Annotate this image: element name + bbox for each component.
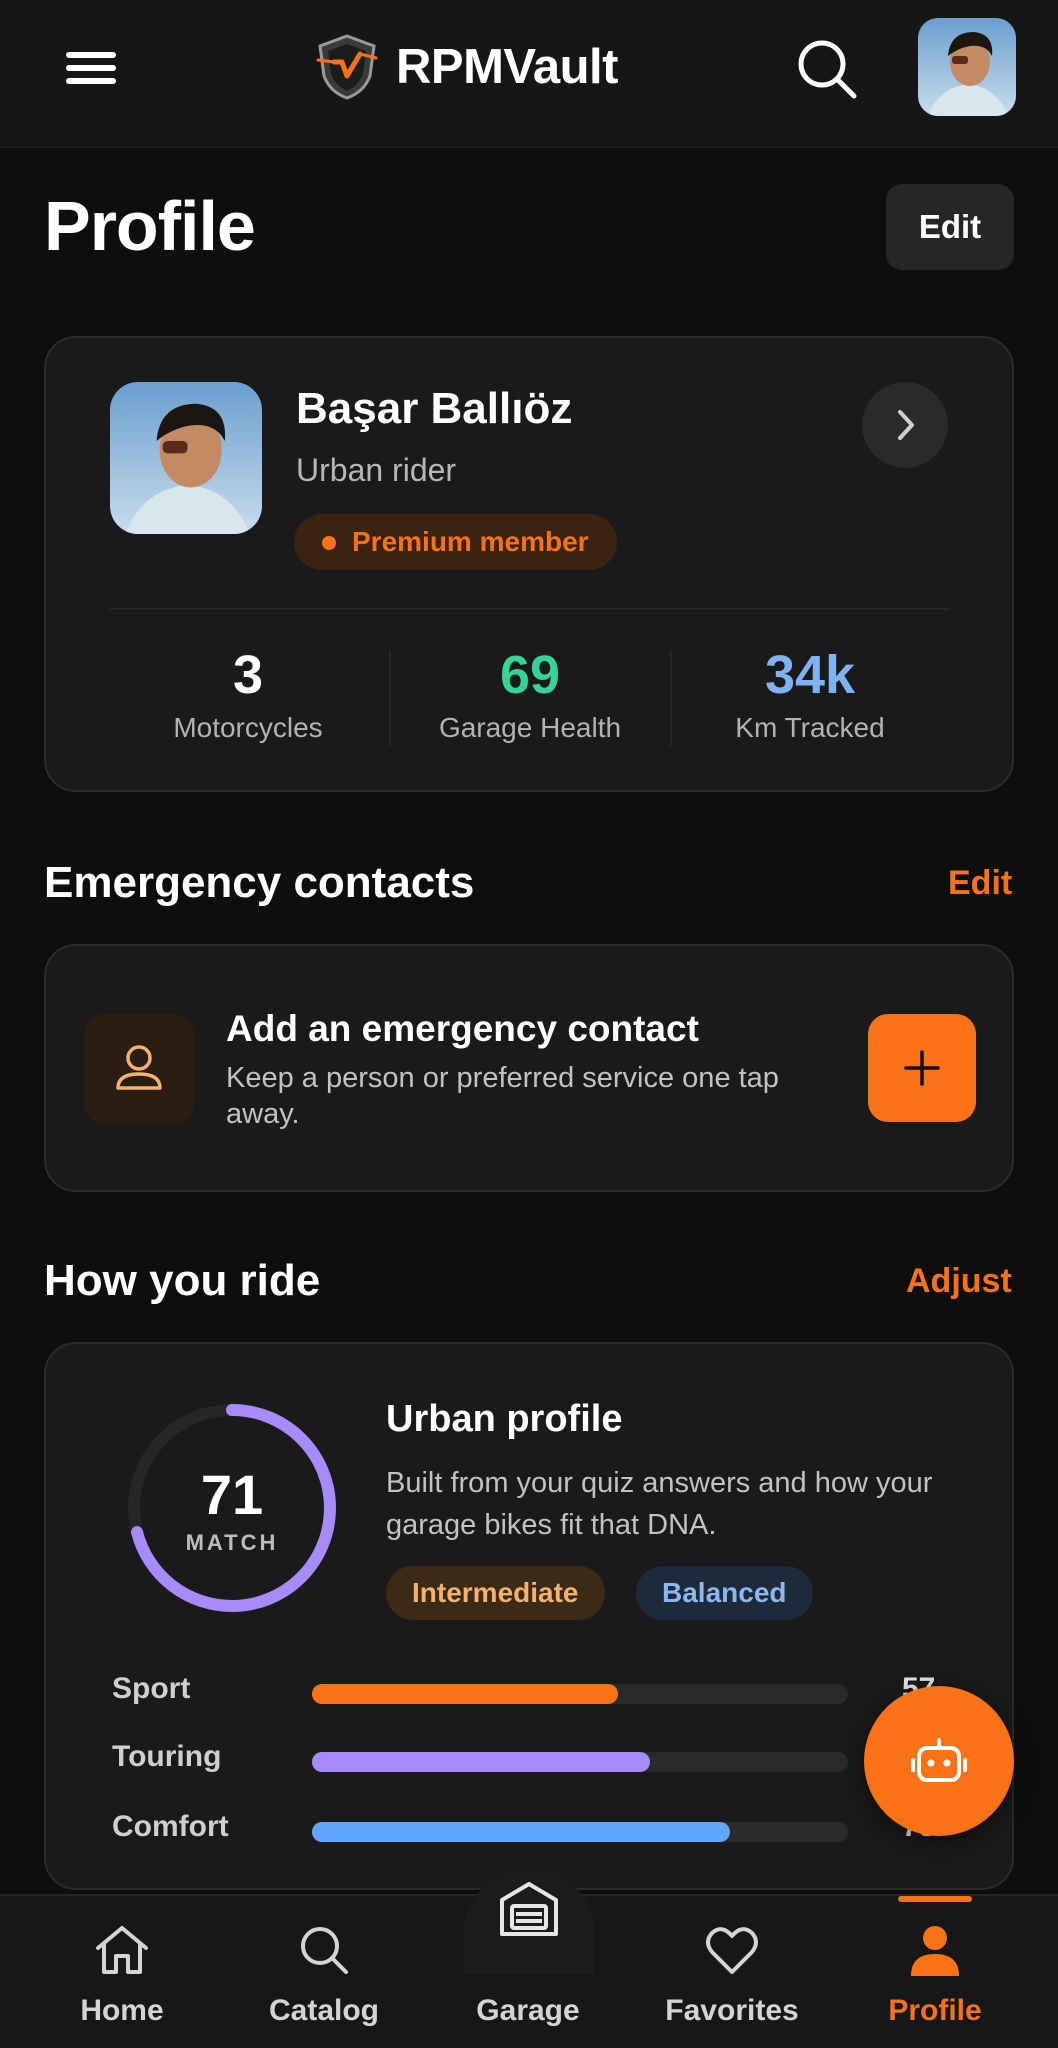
chevron-right-icon bbox=[898, 410, 914, 440]
stat-motorcycles: 3 Motorcycles bbox=[118, 644, 378, 744]
bar-label: Touring bbox=[112, 1740, 222, 1773]
nav-home[interactable]: Home bbox=[32, 1896, 212, 2048]
profile-details-button[interactable] bbox=[862, 382, 948, 468]
search-icon bbox=[301, 1927, 348, 1974]
nav-favorites[interactable]: Favorites bbox=[642, 1896, 822, 2048]
search-icon[interactable] bbox=[792, 34, 862, 104]
tag-balanced: Balanced bbox=[636, 1566, 813, 1620]
profile-role: Urban rider bbox=[296, 452, 457, 488]
profile-avatar bbox=[110, 382, 262, 534]
add-emergency-contact-button[interactable] bbox=[868, 1014, 976, 1122]
heart-icon bbox=[706, 1927, 758, 1974]
profile-name: Başar Ballıöz bbox=[296, 384, 573, 433]
hamburger-menu-icon[interactable] bbox=[62, 48, 120, 88]
touring-bar-row: Touring 63 bbox=[112, 1740, 992, 1780]
sport-bar-row: Sport 57 bbox=[112, 1672, 992, 1712]
stat-label: Garage Health bbox=[438, 712, 622, 743]
stat-label: Motorcycles bbox=[173, 712, 323, 743]
nav-label: Favorites bbox=[665, 1994, 799, 2027]
plus-icon bbox=[904, 1050, 940, 1086]
match-label: MATCH bbox=[185, 1530, 279, 1555]
shield-logo-icon bbox=[316, 34, 378, 100]
stat-separator bbox=[389, 650, 391, 746]
avatar-photo bbox=[110, 382, 262, 534]
edit-profile-button[interactable]: Edit bbox=[886, 184, 1014, 270]
stat-value: 69 bbox=[499, 645, 561, 705]
bar-fill bbox=[312, 1684, 618, 1704]
person-icon bbox=[84, 1014, 194, 1124]
user-avatar[interactable] bbox=[918, 18, 1016, 116]
bar-track bbox=[312, 1684, 848, 1704]
adjust-link[interactable]: Adjust bbox=[906, 1262, 1012, 1301]
nav-label: Profile bbox=[888, 1994, 982, 2027]
emergency-card-title: Add an emergency contact bbox=[226, 1008, 699, 1049]
comfort-bar-row: Comfort 78 bbox=[112, 1810, 992, 1850]
person-icon bbox=[911, 1926, 959, 1976]
page-title: Profile bbox=[44, 187, 256, 265]
bar-track bbox=[312, 1822, 848, 1842]
ride-profile-title: Urban profile bbox=[386, 1398, 623, 1440]
garage-icon[interactable] bbox=[494, 1874, 564, 1944]
nav-profile[interactable]: Profile bbox=[845, 1896, 1025, 2048]
bar-label: Sport bbox=[112, 1672, 191, 1705]
emergency-contact-card[interactable]: Add an emergency contact Keep a person o… bbox=[44, 944, 1014, 1192]
nav-catalog[interactable]: Catalog bbox=[234, 1896, 414, 2048]
ai-assistant-button[interactable] bbox=[864, 1686, 1014, 1836]
tag-intermediate: Intermediate bbox=[386, 1566, 605, 1620]
home-icon bbox=[96, 1926, 148, 1974]
stat-separator bbox=[670, 650, 672, 746]
nav-label: Garage bbox=[476, 1994, 580, 2027]
stat-value: 34k bbox=[764, 645, 856, 705]
avatar-photo bbox=[918, 18, 1016, 116]
premium-badge: Premium member bbox=[294, 514, 617, 570]
emergency-card-subtitle: Keep a person or preferred service one t… bbox=[226, 1062, 779, 1130]
bar-label: Comfort bbox=[112, 1810, 229, 1843]
emergency-edit-link[interactable]: Edit bbox=[948, 864, 1012, 903]
stat-km-tracked: 34k Km Tracked bbox=[680, 644, 940, 744]
stat-value: 3 bbox=[232, 645, 264, 705]
nav-label: Home bbox=[80, 1994, 164, 2027]
emergency-contacts-heading: Emergency contacts bbox=[44, 858, 475, 907]
app-name: RPMVault bbox=[396, 40, 618, 94]
bar-track bbox=[312, 1752, 848, 1772]
ride-profile-description: Built from your quiz answers and how you… bbox=[386, 1467, 933, 1541]
bar-fill bbox=[312, 1822, 731, 1842]
stat-garage-health: 69 Garage Health bbox=[400, 644, 660, 744]
match-value: 71 bbox=[200, 1463, 264, 1526]
top-app-bar: RPMVault bbox=[0, 0, 1058, 148]
stat-label: Km Tracked bbox=[735, 712, 885, 743]
how-you-ride-heading: How you ride bbox=[44, 1256, 321, 1305]
brand[interactable]: RPMVault bbox=[312, 30, 618, 104]
bar-fill bbox=[312, 1752, 650, 1772]
robot-assistant-icon bbox=[911, 1738, 967, 1782]
nav-label: Catalog bbox=[268, 1994, 379, 2027]
profile-card[interactable]: Başar Ballıöz Urban rider Premium member… bbox=[44, 336, 1014, 792]
divider bbox=[110, 608, 950, 610]
